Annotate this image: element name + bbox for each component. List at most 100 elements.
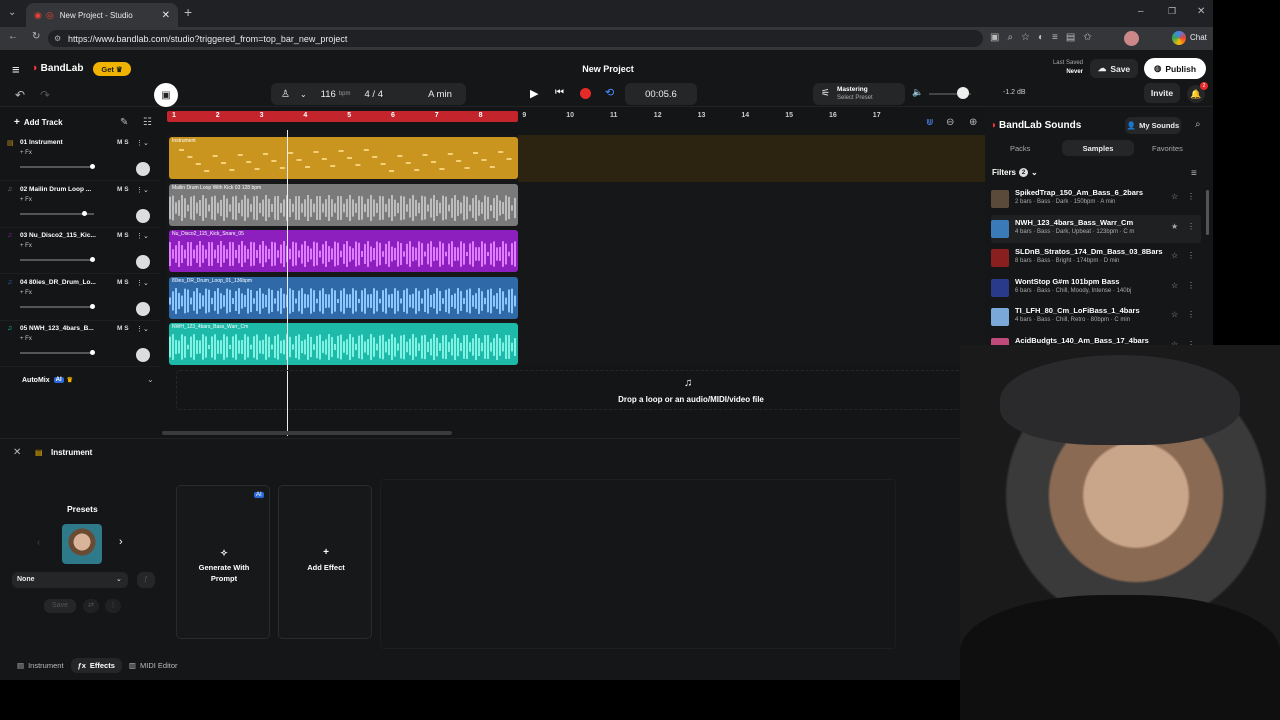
speaker-icon[interactable]: 🔈 bbox=[912, 87, 923, 98]
magnet-icon[interactable]: ⋓ bbox=[926, 117, 934, 128]
sample-thumbnail[interactable] bbox=[991, 190, 1009, 208]
preset-next-icon[interactable]: › bbox=[119, 536, 123, 548]
add-effect-card[interactable]: + Add Effect bbox=[278, 485, 372, 639]
track-volume-knob[interactable] bbox=[90, 164, 95, 169]
preset-select[interactable]: None ⌄ bbox=[12, 572, 128, 588]
metronome-icon[interactable]: ♙ bbox=[281, 89, 290, 100]
preset-save-button[interactable]: Save bbox=[44, 599, 76, 613]
track-menu-icon[interactable]: ⋮⌄ bbox=[136, 232, 149, 240]
track-row[interactable]: ▤ 01 Instrument + Fx M S ⋮⌄ bbox=[0, 135, 160, 181]
track-volume-slider[interactable] bbox=[20, 164, 95, 169]
reload-icon[interactable]: ↻ bbox=[32, 31, 40, 42]
new-tab-icon[interactable]: + bbox=[184, 4, 192, 20]
star-icon[interactable]: ☆ bbox=[1171, 192, 1178, 201]
save-button[interactable]: ☁ Save bbox=[1090, 59, 1138, 78]
play-icon[interactable]: ▶ bbox=[530, 87, 538, 100]
track-name[interactable]: 05 NWH_123_4bars_B... bbox=[20, 325, 94, 332]
track-fx-button[interactable]: + Fx bbox=[20, 150, 32, 156]
preset-prev-icon[interactable]: ‹ bbox=[37, 537, 40, 548]
metronome-dropdown-icon[interactable]: ⌄ bbox=[300, 90, 307, 99]
hamburger-menu-icon[interactable]: ≡ bbox=[12, 62, 20, 77]
tempo-value[interactable]: 116 bbox=[321, 89, 336, 100]
redo-icon[interactable]: ↷ bbox=[40, 88, 50, 102]
tab-instrument[interactable]: ▤ Instrument bbox=[10, 658, 71, 673]
automix-expand-icon[interactable]: ⌄ bbox=[147, 375, 154, 384]
mute-solo-buttons[interactable]: M S bbox=[117, 279, 129, 286]
minimize-icon[interactable]: – bbox=[1138, 6, 1144, 17]
undo-icon[interactable]: ↶ bbox=[15, 88, 25, 102]
zoom-out-icon[interactable]: ⊖ bbox=[946, 117, 954, 128]
automix-row[interactable]: AutoMix AI ♛ bbox=[22, 376, 73, 385]
url-field[interactable]: ⚙ https://www.bandlab.com/studio?trigger… bbox=[48, 30, 983, 47]
track-row[interactable]: ♫ 02 Mailin Drum Loop ... + Fx M S ⋮⌄ bbox=[0, 182, 160, 228]
tab-favorites[interactable]: Favorites bbox=[1152, 144, 1183, 153]
sample-thumbnail[interactable] bbox=[991, 278, 1009, 297]
publish-button[interactable]: ◍ Publish bbox=[1144, 58, 1206, 79]
track-name[interactable]: 03 Nu_Disco2_115_Kic... bbox=[20, 232, 96, 239]
track-pan-knob[interactable] bbox=[136, 208, 150, 223]
record-icon[interactable] bbox=[580, 88, 591, 99]
sample-thumbnail[interactable] bbox=[991, 219, 1009, 238]
close-panel-icon[interactable]: ✕ bbox=[13, 447, 21, 458]
track-settings-icon[interactable]: ☷ bbox=[143, 117, 152, 128]
more-icon[interactable]: ⋮ bbox=[1187, 281, 1195, 290]
track-region[interactable]: Nu_Disco2_115_Kick_Snare_05 bbox=[169, 230, 518, 273]
back-icon[interactable]: ← bbox=[8, 31, 18, 42]
track-fx-button[interactable]: + Fx bbox=[20, 290, 32, 296]
browser-tab[interactable]: ◉ ◎ New Project - Studio ✕ bbox=[26, 3, 178, 27]
sample-row[interactable]: SLDnB_Stratos_174_Dm_Bass_03_8Bars 8 bars… bbox=[991, 244, 1201, 272]
bandlab-logo[interactable]: ◗ BandLab bbox=[32, 62, 83, 74]
track-volume-slider[interactable] bbox=[20, 210, 94, 216]
skip-back-icon[interactable]: ⏮ bbox=[555, 87, 564, 98]
track-pan-knob[interactable] bbox=[136, 301, 150, 316]
loop-icon[interactable]: ⟲ bbox=[605, 86, 614, 99]
tab-samples[interactable]: Samples bbox=[1062, 140, 1134, 156]
mute-solo-buttons[interactable]: M S bbox=[117, 232, 129, 239]
tab-midi-editor[interactable]: ▥ MIDI Editor bbox=[122, 658, 185, 673]
site-info-icon[interactable]: ⚙ bbox=[54, 34, 61, 43]
tab-list-icon[interactable]: ⌄ bbox=[8, 7, 16, 18]
sample-row[interactable]: NWH_123_4bars_Bass_Warr_Cm 4 bars · Bass … bbox=[991, 214, 1201, 243]
fx-icon[interactable]: ƒ bbox=[137, 572, 155, 588]
track-pan-knob[interactable] bbox=[136, 162, 150, 176]
more-icon[interactable]: ⋮ bbox=[105, 599, 121, 613]
my-sounds-button[interactable]: 👤 My Sounds bbox=[1125, 117, 1181, 134]
track-pan-knob[interactable] bbox=[136, 255, 150, 270]
sample-thumbnail[interactable] bbox=[991, 249, 1009, 267]
mute-solo-buttons[interactable]: M S bbox=[117, 186, 129, 193]
track-name[interactable]: 04 80ies_DR_Drum_Lo... bbox=[20, 279, 96, 286]
chat-icon[interactable] bbox=[1172, 31, 1186, 45]
track-pan-knob[interactable] bbox=[136, 348, 150, 363]
key-selector[interactable]: A min bbox=[414, 83, 466, 105]
sample-row[interactable]: TI_LFH_80_Cm_LoFiBass_1_4bars 4 bars · Ba… bbox=[991, 303, 1201, 331]
track-menu-icon[interactable]: ⋮⌄ bbox=[136, 186, 149, 194]
sample-thumbnail[interactable] bbox=[991, 308, 1009, 326]
track-row[interactable]: ♫ 05 NWH_123_4bars_B... + Fx M S ⋮⌄ bbox=[0, 321, 160, 368]
invite-button[interactable]: Invite bbox=[1144, 83, 1180, 103]
track-menu-icon[interactable]: ⋮⌄ bbox=[136, 139, 149, 147]
star-icon[interactable]: ☆ bbox=[1171, 251, 1178, 260]
maximize-icon[interactable]: ❐ bbox=[1168, 6, 1176, 17]
mute-solo-buttons[interactable]: M S bbox=[117, 325, 129, 332]
track-row[interactable]: ♫ 03 Nu_Disco2_115_Kic... + Fx M S ⋮⌄ bbox=[0, 228, 160, 275]
star-icon[interactable]: ☆ bbox=[1171, 310, 1178, 319]
more-icon[interactable]: ⋮ bbox=[1187, 310, 1195, 319]
track-menu-icon[interactable]: ⋮⌄ bbox=[136, 325, 149, 333]
mute-solo-buttons[interactable]: M S bbox=[117, 139, 129, 146]
sample-row[interactable]: WontStop G#m 101bpm Bass 6 bars · Bass · … bbox=[991, 274, 1201, 302]
share-icon[interactable]: ⇄ bbox=[83, 599, 99, 613]
sample-list-scrollbar[interactable] bbox=[1206, 190, 1209, 235]
track-name[interactable]: 02 Mailin Drum Loop ... bbox=[20, 186, 91, 193]
project-title[interactable]: New Project bbox=[540, 64, 676, 74]
track-menu-icon[interactable]: ⋮⌄ bbox=[136, 279, 149, 287]
close-tab-icon[interactable]: ✕ bbox=[162, 10, 170, 21]
master-volume-knob[interactable] bbox=[957, 87, 969, 99]
more-icon[interactable]: ⋮ bbox=[1187, 251, 1195, 260]
time-signature[interactable]: 4 / 4 bbox=[365, 89, 384, 100]
add-track-button[interactable]: + Add Track bbox=[14, 117, 63, 128]
track-region[interactable]: NWH_123_4bars_Bass_Warr_Cm bbox=[169, 323, 518, 366]
more-icon[interactable]: ⋮ bbox=[1187, 192, 1195, 201]
track-volume-knob[interactable] bbox=[82, 210, 87, 216]
track-region[interactable]: Instrument bbox=[169, 137, 518, 179]
chat-label[interactable]: Chat bbox=[1190, 33, 1207, 42]
